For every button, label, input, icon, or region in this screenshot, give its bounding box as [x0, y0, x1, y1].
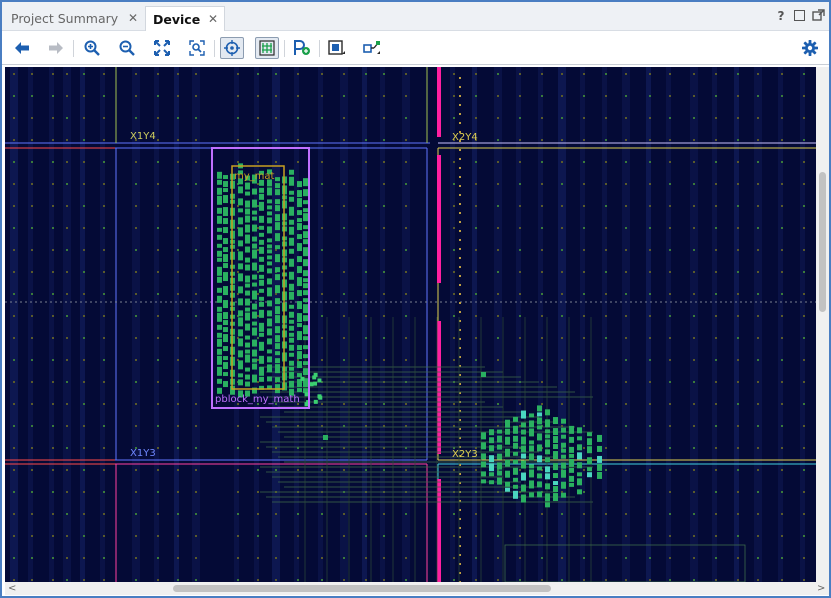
- horizontal-scrollbar[interactable]: < >: [5, 582, 829, 595]
- close-icon[interactable]: ✕: [128, 6, 138, 31]
- clock-region-label-x2y3: X2Y3: [452, 449, 478, 460]
- settings-gear-icon[interactable]: [798, 37, 822, 59]
- auto-fit-selection-icon[interactable]: [220, 37, 244, 59]
- scroll-right-icon[interactable]: >: [817, 582, 825, 595]
- device-canvas[interactable]: X1Y4 X2Y4 X1Y3 X2Y3 my_mat pblock_my_mat…: [5, 67, 816, 582]
- float-window-icon[interactable]: [811, 9, 825, 23]
- pblock-label: pblock_my_math: [215, 394, 300, 405]
- back-icon[interactable]: [10, 37, 34, 59]
- draw-pblock-icon[interactable]: [325, 37, 349, 59]
- routing-resources-icon[interactable]: [255, 37, 279, 59]
- create-pblock-icon[interactable]: [290, 37, 314, 59]
- clock-region-label-x1y3: X1Y3: [130, 448, 156, 459]
- scroll-left-icon[interactable]: <: [8, 582, 16, 595]
- clock-region-label-x2y4: X2Y4: [452, 132, 478, 143]
- device-view[interactable]: X1Y4 X2Y4 X1Y3 X2Y3 my_mat pblock_my_mat…: [5, 67, 816, 582]
- close-icon[interactable]: ✕: [208, 7, 218, 32]
- horizontal-scroll-thumb[interactable]: [173, 585, 551, 592]
- module-label: my_mat: [234, 171, 275, 182]
- maximize-icon[interactable]: [794, 10, 805, 21]
- forward-icon[interactable]: [44, 37, 68, 59]
- device-window: Project Summary ✕ Device ✕ ? X1Y4 X2Y4 X…: [0, 0, 831, 598]
- zoom-out-icon[interactable]: [115, 37, 139, 59]
- tab-bar: Project Summary ✕ Device ✕ ?: [2, 2, 829, 31]
- zoom-selection-icon[interactable]: [185, 37, 209, 59]
- help-icon[interactable]: ?: [774, 9, 788, 23]
- show-connections-icon[interactable]: [360, 37, 384, 59]
- tab-device-label: Device: [153, 12, 201, 27]
- device-toolbar: [2, 32, 829, 65]
- vertical-scrollbar[interactable]: [816, 67, 829, 582]
- clock-region-label-x1y4: X1Y4: [130, 131, 156, 142]
- tab-device[interactable]: Device ✕: [145, 6, 225, 31]
- tab-project-summary-label: Project Summary: [11, 11, 119, 26]
- vertical-scroll-thumb[interactable]: [819, 172, 826, 312]
- tab-project-summary[interactable]: Project Summary ✕: [4, 6, 144, 31]
- zoom-fit-icon[interactable]: [150, 37, 174, 59]
- zoom-in-icon[interactable]: [80, 37, 104, 59]
